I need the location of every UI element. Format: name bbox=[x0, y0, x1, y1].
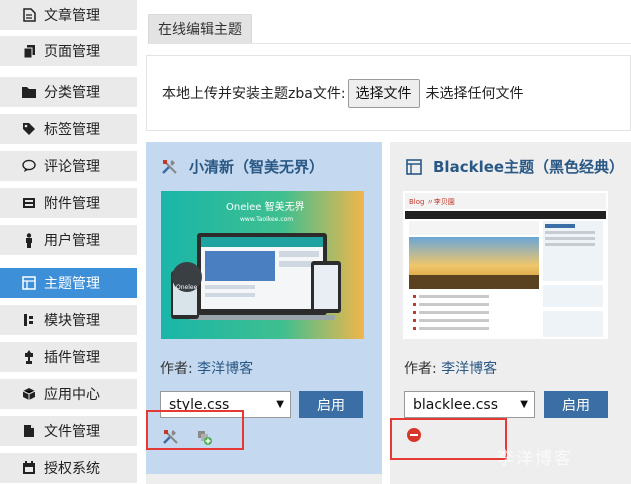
sidebar-item-label: 模块管理 bbox=[44, 313, 100, 329]
document-icon bbox=[22, 8, 36, 22]
tools-icon bbox=[161, 158, 179, 176]
module-icon bbox=[22, 313, 36, 327]
sidebar-item-plugins[interactable]: 插件管理 bbox=[0, 342, 137, 372]
divider bbox=[147, 43, 631, 44]
plugin-icon bbox=[22, 350, 36, 364]
theme-icon bbox=[405, 158, 423, 176]
theme-icon bbox=[22, 276, 36, 290]
sidebar-item-label: 文章管理 bbox=[44, 8, 100, 24]
theme-card-xiaoqingxin: 小清新（智美无界） Onelee 智美无界 www.Taolkee.com On… bbox=[146, 142, 382, 484]
theme-author: 作者: 李洋博客 bbox=[404, 358, 497, 378]
style-select[interactable]: style.css ▼ bbox=[160, 391, 291, 418]
file-status: 未选择任何文件 bbox=[425, 86, 524, 102]
sidebar-item-label: 授权系统 bbox=[44, 461, 100, 477]
sidebar: 文章管理 页面管理 分类管理 标签管理 评论管理 附件管理 用户管理 主题管理 … bbox=[0, 0, 137, 484]
theme-title: Blacklee主题（黑色经典） bbox=[405, 156, 624, 177]
author-prefix: 作者: bbox=[160, 361, 198, 377]
theme-thumbnail[interactable]: Onelee 智美无界 www.Taolkee.com Onelee bbox=[161, 191, 364, 339]
style-select-value: blacklee.css bbox=[413, 396, 499, 413]
author-prefix: 作者: bbox=[404, 361, 442, 377]
author-link[interactable]: 李洋博客 bbox=[197, 361, 253, 377]
thumb-url: www.Taolkee.com bbox=[240, 216, 293, 223]
theme-name: Blacklee主题（黑色经典） bbox=[433, 158, 625, 176]
apply-theme-button[interactable]: 启用 bbox=[544, 391, 608, 418]
thumb-title: Onelee 智美无界 bbox=[226, 200, 305, 213]
main-content: 在线编辑主题 本地上传并安装主题zba文件: 选择文件 未选择任何文件 小清新（… bbox=[137, 0, 631, 484]
tag-icon bbox=[22, 122, 36, 136]
sidebar-item-pages[interactable]: 页面管理 bbox=[0, 36, 137, 66]
sidebar-item-label: 用户管理 bbox=[44, 233, 100, 249]
sidebar-item-label: 应用中心 bbox=[44, 387, 100, 403]
theme-author: 作者: 李洋博客 bbox=[160, 358, 253, 378]
sidebar-item-themes[interactable]: 主题管理 bbox=[0, 268, 137, 298]
sidebar-item-label: 评论管理 bbox=[44, 159, 100, 175]
apply-theme-button[interactable]: 启用 bbox=[299, 391, 363, 418]
edit-tools-icon[interactable] bbox=[161, 427, 181, 447]
sidebar-item-label: 页面管理 bbox=[44, 44, 100, 60]
attachment-icon bbox=[22, 196, 36, 210]
choose-file-button[interactable]: 选择文件 bbox=[347, 78, 420, 108]
user-icon bbox=[22, 232, 36, 248]
author-link[interactable]: 李洋博客 bbox=[441, 361, 497, 377]
thumb-badge: Onelee bbox=[176, 284, 198, 291]
watermark: 李洋博客 bbox=[497, 449, 573, 469]
sidebar-item-tags[interactable]: 标签管理 bbox=[0, 114, 137, 144]
sidebar-item-articles[interactable]: 文章管理 bbox=[0, 0, 137, 30]
upload-panel: 本地上传并安装主题zba文件: 选择文件 未选择任何文件 bbox=[146, 55, 631, 131]
sidebar-item-users[interactable]: 用户管理 bbox=[0, 225, 137, 255]
sidebar-item-label: 标签管理 bbox=[44, 122, 100, 138]
chevron-down-icon: ▼ bbox=[520, 399, 528, 410]
style-select-value: style.css bbox=[169, 396, 230, 413]
sidebar-item-attachments[interactable]: 附件管理 bbox=[0, 188, 137, 218]
sidebar-item-categories[interactable]: 分类管理 bbox=[0, 77, 137, 107]
sidebar-item-files[interactable]: 文件管理 bbox=[0, 416, 137, 446]
style-select[interactable]: blacklee.css ▼ bbox=[404, 391, 535, 418]
sidebar-item-label: 附件管理 bbox=[44, 196, 100, 212]
sidebar-item-comments[interactable]: 评论管理 bbox=[0, 151, 137, 181]
sidebar-item-license[interactable]: 授权系统 bbox=[0, 453, 137, 483]
license-icon bbox=[22, 461, 36, 475]
app-center-icon bbox=[22, 387, 36, 401]
next-theme-card-edge bbox=[146, 474, 382, 484]
theme-title: 小清新（智美无界） bbox=[161, 156, 324, 177]
sidebar-item-label: 主题管理 bbox=[44, 276, 100, 292]
chevron-down-icon: ▼ bbox=[276, 399, 284, 410]
delete-icon[interactable] bbox=[404, 425, 424, 445]
thumb-site-name: Blog 〃李贝園 bbox=[409, 197, 455, 206]
folder-icon bbox=[22, 85, 36, 99]
sidebar-item-label: 插件管理 bbox=[44, 350, 100, 366]
next-theme-card-edge bbox=[390, 474, 631, 484]
theme-card-blacklee: Blacklee主题（黑色经典） Blog 〃李贝園 作者: 李洋博客 blac… bbox=[390, 142, 631, 484]
sidebar-item-label: 文件管理 bbox=[44, 424, 100, 440]
tab-online-edit-theme[interactable]: 在线编辑主题 bbox=[148, 14, 252, 44]
sidebar-item-app-center[interactable]: 应用中心 bbox=[0, 379, 137, 409]
sidebar-item-modules[interactable]: 模块管理 bbox=[0, 305, 137, 335]
theme-thumbnail[interactable]: Blog 〃李贝園 bbox=[403, 191, 608, 339]
install-plugin-icon[interactable] bbox=[194, 427, 214, 447]
upload-label: 本地上传并安装主题zba文件: bbox=[162, 86, 346, 102]
theme-name: 小清新（智美无界） bbox=[189, 158, 325, 176]
copy-icon bbox=[22, 44, 36, 58]
sidebar-item-label: 分类管理 bbox=[44, 85, 100, 101]
comment-icon bbox=[22, 159, 36, 173]
file-icon bbox=[22, 424, 36, 438]
